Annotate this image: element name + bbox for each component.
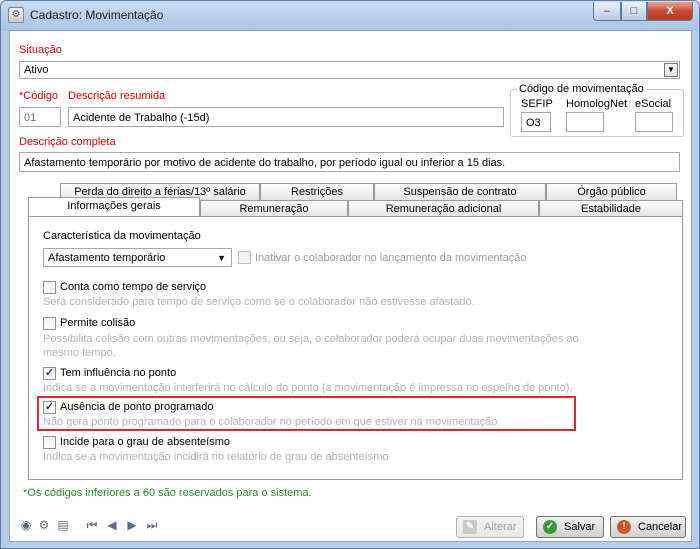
minimize-button[interactable]: – <box>593 2 621 21</box>
descricao-completa-input[interactable]: Afastamento temporário por motivo de aci… <box>19 152 680 172</box>
first-record-icon[interactable]: ⏮ <box>85 518 99 532</box>
incide-absenteismo-checkbox[interactable] <box>43 436 56 449</box>
sefip-label: SEFIP <box>521 98 553 110</box>
tab-informacoes-gerais[interactable]: Informações gerais <box>28 197 200 216</box>
alterar-button[interactable]: ✎ Alterar <box>456 516 524 538</box>
homolognet-input[interactable] <box>566 112 604 132</box>
codigo-movimentacao-legend: Código de movimentação <box>517 83 646 95</box>
next-record-icon[interactable]: ▶ <box>125 518 139 532</box>
descricao-completa-label: Descrição completa <box>19 136 116 148</box>
salvar-label: Salvar <box>564 521 596 533</box>
incide-absenteismo-label: Incide para o grau de absenteísmo <box>60 436 231 448</box>
tab-remuneracao-adicional[interactable]: Remuneração adicional <box>348 200 539 217</box>
cancel-icon: ! <box>617 520 631 534</box>
permite-colisao-label: Permite colisão <box>60 317 136 329</box>
app-icon: ⚙ <box>8 7 24 23</box>
conta-tempo-servico-hint: Será considerado para tempo de serviço c… <box>43 296 475 308</box>
conta-tempo-servico-checkbox[interactable] <box>43 281 56 294</box>
tab-restricoes[interactable]: Restrições <box>260 183 374 200</box>
descricao-resumida-label: Descrição resumida <box>68 90 166 102</box>
codigo-label: *Código <box>19 90 59 102</box>
caracteristica-dropdown-icon[interactable]: ▼ <box>217 252 226 264</box>
tab-estabilidade[interactable]: Estabilidade <box>539 200 683 217</box>
previous-record-icon[interactable]: ◀ <box>105 518 119 532</box>
last-record-icon[interactable]: ⏭ <box>145 518 159 532</box>
sefip-input[interactable]: O3 <box>521 112 551 132</box>
edit-icon: ✎ <box>463 520 477 534</box>
cancelar-button[interactable]: ! Cancelar <box>610 516 686 538</box>
window-title: Cadastro: Movimentação <box>30 8 164 22</box>
tools-icon[interactable]: ⚙ <box>37 518 51 532</box>
permite-colisao-hint: Possibilita colisão com outras movimenta… <box>43 333 579 345</box>
permite-colisao-hint-line2: mesmo tempo. <box>43 347 116 359</box>
cancelar-label: Cancelar <box>638 521 683 533</box>
close-button[interactable]: X <box>647 2 693 21</box>
alterar-label: Alterar <box>484 521 517 533</box>
salvar-button[interactable]: ✓ Salvar <box>536 516 604 538</box>
form-body: Situação Ativo ▼ *Código Descrição resum… <box>9 30 692 542</box>
tab-suspensao-contrato[interactable]: Suspensão de contrato <box>374 183 546 200</box>
codigo-input[interactable]: 01 <box>19 107 61 127</box>
tem-influencia-ponto-hint: Indica se a movimentação interferirá no … <box>43 382 573 394</box>
situacao-label: Situação <box>19 44 62 56</box>
informacoes-gerais-panel: Característica da movimentação Afastamen… <box>28 216 683 480</box>
homolognet-label: HomologNet <box>566 98 628 110</box>
tem-influencia-ponto-label: Tem influência no ponto <box>60 367 177 379</box>
title-bar: ⚙ Cadastro: Movimentação – □ X <box>1 1 699 29</box>
permite-colisao-checkbox[interactable] <box>43 317 56 330</box>
caracteristica-label: Característica da movimentação <box>43 230 201 242</box>
esocial-input[interactable] <box>635 112 673 132</box>
check-icon: ✓ <box>543 520 557 534</box>
caracteristica-select[interactable]: Afastamento temporário ▼ <box>43 248 232 267</box>
situacao-value: Ativo <box>24 64 49 76</box>
situacao-dropdown-icon[interactable]: ▼ <box>664 63 678 77</box>
footer-note: *Os códigos inferiores a 60 são reservad… <box>23 487 312 499</box>
tem-influencia-ponto-checkbox[interactable]: ✓ <box>43 367 56 380</box>
tab-remuneracao[interactable]: Remuneração <box>200 200 348 217</box>
inativar-label: Inativar o colaborador no lançamento da … <box>255 252 527 264</box>
tab-orgao-publico[interactable]: Órgão público <box>546 183 677 200</box>
highlight-box <box>37 396 576 431</box>
maximize-button[interactable]: □ <box>621 2 647 21</box>
report-icon[interactable]: ▤ <box>56 518 70 532</box>
descricao-resumida-input[interactable]: Acidente de Trabalho (-15d) <box>68 107 504 127</box>
conta-tempo-servico-label: Conta como tempo de serviço <box>60 281 207 293</box>
inativar-checkbox[interactable] <box>238 251 251 264</box>
caracteristica-value: Afastamento temporário <box>48 252 166 264</box>
window-frame: ⚙ Cadastro: Movimentação – □ X Situação … <box>0 0 700 549</box>
help-icon[interactable]: ◉ <box>19 518 33 532</box>
incide-absenteismo-hint: Indica se a movimentação incidirá no rel… <box>43 451 389 463</box>
situacao-select[interactable]: Ativo <box>19 61 680 79</box>
esocial-label: eSocial <box>635 98 672 110</box>
